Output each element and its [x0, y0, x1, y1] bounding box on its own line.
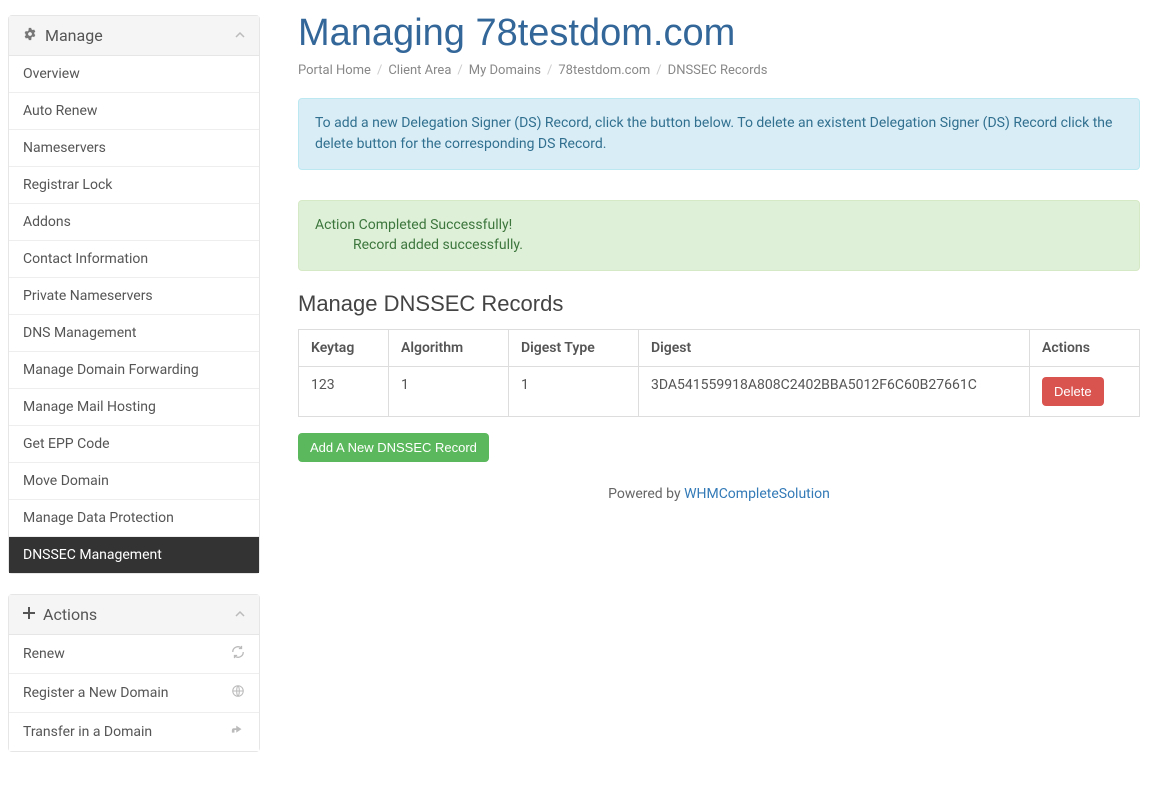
chevron-up-icon	[235, 608, 245, 622]
sidebar-item-label: DNSSEC Management	[23, 547, 162, 563]
sidebar-item-label: Get EPP Code	[23, 436, 110, 452]
cell-keytag: 123	[299, 366, 389, 416]
actions-panel: Actions Renew Register a New Domain Transf…	[8, 594, 260, 752]
table-header: Algorithm	[389, 329, 509, 366]
breadcrumb-separator: /	[547, 63, 552, 78]
sidebar-manage-item[interactable]: DNS Management	[9, 314, 259, 351]
sidebar-manage-item[interactable]: Manage Domain Forwarding	[9, 351, 259, 388]
sidebar-item-label: Renew	[23, 646, 65, 662]
breadcrumb-item[interactable]: Client Area	[388, 63, 451, 78]
globe-icon	[231, 684, 245, 702]
sidebar-item-label: Auto Renew	[23, 103, 97, 119]
breadcrumb-item: DNSSEC Records	[668, 63, 768, 78]
table-header: Digest Type	[509, 329, 639, 366]
footer-link[interactable]: WHMCompleteSolution	[684, 486, 830, 502]
cell-actions: Delete	[1030, 366, 1140, 416]
sidebar-manage-item[interactable]: Move Domain	[9, 462, 259, 499]
sidebar-item-label: DNS Management	[23, 325, 136, 341]
breadcrumb-item[interactable]: Portal Home	[298, 63, 371, 78]
sidebar-manage-item[interactable]: DNSSEC Management	[9, 536, 259, 573]
table-header: Digest	[639, 329, 1030, 366]
breadcrumb-separator: /	[457, 63, 462, 78]
manage-panel: Manage Overview Auto Renew Nameservers Regi…	[8, 15, 260, 574]
actions-panel-title: Actions	[43, 605, 97, 624]
sidebar-item-label: Move Domain	[23, 473, 109, 489]
table-row: 123113DA541559918A808C2402BBA5012F6C60B2…	[299, 366, 1140, 416]
cell-digest-type: 1	[509, 366, 639, 416]
info-alert: To add a new Delegation Signer (DS) Reco…	[298, 98, 1140, 170]
manage-panel-title: Manage	[45, 26, 103, 45]
success-message: Record added successfully.	[315, 235, 1123, 255]
footer: Powered by WHMCompleteSolution	[298, 486, 1140, 502]
sidebar-item-label: Register a New Domain	[23, 685, 168, 701]
sidebar-item-label: Transfer in a Domain	[23, 724, 152, 740]
add-dnssec-record-button[interactable]: Add A New DNSSEC Record	[298, 433, 489, 462]
section-title: Manage DNSSEC Records	[298, 291, 1140, 317]
sidebar-item-label: Overview	[23, 66, 80, 82]
sidebar-manage-item[interactable]: Overview	[9, 56, 259, 92]
cell-algorithm: 1	[389, 366, 509, 416]
sidebar-manage-item[interactable]: Private Nameservers	[9, 277, 259, 314]
sidebar-manage-item[interactable]: Nameservers	[9, 129, 259, 166]
share-icon	[231, 723, 245, 741]
sidebar-manage-item[interactable]: Manage Data Protection	[9, 499, 259, 536]
page-title: Managing 78testdom.com	[298, 12, 1140, 55]
success-alert: Action Completed Successfully! Record ad…	[298, 200, 1140, 271]
sidebar-item-label: Contact Information	[23, 251, 148, 267]
breadcrumb: Portal Home / Client Area / My Domains /…	[298, 63, 1140, 78]
sidebar-item-label: Addons	[23, 214, 71, 230]
sidebar-item-label: Nameservers	[23, 140, 106, 156]
breadcrumb-separator: /	[377, 63, 382, 78]
refresh-icon	[231, 645, 245, 663]
sidebar-item-label: Manage Domain Forwarding	[23, 362, 199, 378]
chevron-up-icon	[235, 29, 245, 43]
plus-icon	[23, 607, 35, 623]
breadcrumb-item[interactable]: 78testdom.com	[558, 63, 650, 78]
table-header: Keytag	[299, 329, 389, 366]
sidebar-manage-item[interactable]: Registrar Lock	[9, 166, 259, 203]
success-title: Action Completed Successfully!	[315, 217, 512, 233]
gear-icon	[23, 27, 37, 45]
table-header: Actions	[1030, 329, 1140, 366]
breadcrumb-item[interactable]: My Domains	[469, 63, 541, 78]
manage-panel-heading[interactable]: Manage	[9, 16, 259, 56]
sidebar-manage-item[interactable]: Get EPP Code	[9, 425, 259, 462]
sidebar-item-label: Manage Mail Hosting	[23, 399, 156, 415]
sidebar-action-item[interactable]: Renew	[9, 635, 259, 673]
sidebar-action-item[interactable]: Register a New Domain	[9, 673, 259, 712]
actions-panel-heading[interactable]: Actions	[9, 595, 259, 635]
sidebar-action-item[interactable]: Transfer in a Domain	[9, 712, 259, 751]
sidebar-item-label: Registrar Lock	[23, 177, 112, 193]
sidebar-item-label: Manage Data Protection	[23, 510, 174, 526]
breadcrumb-separator: /	[656, 63, 661, 78]
delete-button[interactable]: Delete	[1042, 377, 1104, 406]
sidebar-manage-item[interactable]: Manage Mail Hosting	[9, 388, 259, 425]
sidebar-manage-item[interactable]: Contact Information	[9, 240, 259, 277]
footer-prefix: Powered by	[608, 486, 684, 502]
sidebar-manage-item[interactable]: Addons	[9, 203, 259, 240]
sidebar-item-label: Private Nameservers	[23, 288, 153, 304]
dnssec-records-table: KeytagAlgorithmDigest TypeDigestActions …	[298, 329, 1140, 417]
sidebar-manage-item[interactable]: Auto Renew	[9, 92, 259, 129]
cell-digest: 3DA541559918A808C2402BBA5012F6C60B27661C	[639, 366, 1030, 416]
